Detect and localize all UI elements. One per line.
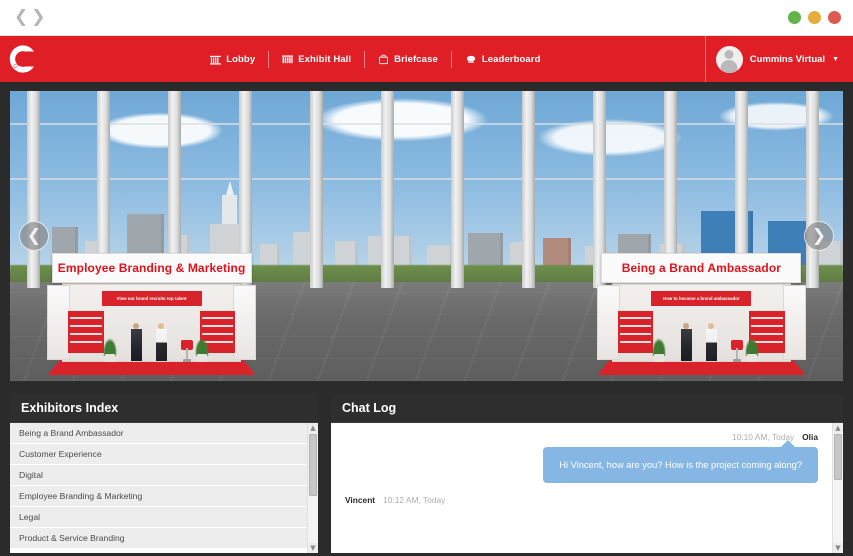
- booth-avatar-man: [130, 323, 142, 361]
- main-navigation: Lobby Exhibit Hall Briefcase Leaderboard: [46, 36, 705, 82]
- list-item[interactable]: Employee Branding & Marketing: [10, 486, 307, 507]
- booth-banner-text: View our brand recruits top talent: [116, 296, 187, 301]
- nav-item-lobby[interactable]: Lobby: [197, 50, 270, 68]
- message-author: Olia: [802, 432, 818, 442]
- message-meta: Vincent 10:12 AM, Today: [345, 495, 818, 505]
- booth-title-text: Employee Branding & Marketing: [57, 261, 246, 275]
- message-author: Vincent: [345, 495, 376, 506]
- nav-label-exhibit-hall: Exhibit Hall: [298, 53, 352, 65]
- browser-navigation: ❮ ❯: [14, 9, 46, 26]
- forward-button[interactable]: ❯: [31, 9, 45, 26]
- list-item[interactable]: Being a Brand Ambassador: [10, 423, 307, 444]
- list-item[interactable]: Product & Service Branding: [10, 528, 307, 549]
- booth-carpet: [597, 360, 806, 375]
- booth-kiosk[interactable]: [180, 340, 193, 362]
- chat-log-title: Chat Log: [331, 394, 843, 423]
- briefcase-icon: [378, 54, 389, 65]
- exhibit-hall-stage: Employee Branding & Marketing View our b…: [7, 88, 846, 384]
- booth-banner-text: How to become a brand ambassador: [663, 296, 740, 301]
- back-button[interactable]: ❮: [14, 9, 28, 26]
- chat-log-panel: Chat Log 10:10 AM, Today Olia Hi Vincent…: [328, 391, 846, 556]
- cummins-logo[interactable]: Cummins: [0, 36, 46, 82]
- list-item[interactable]: Customer Experience: [10, 444, 307, 465]
- nav-label-lobby: Lobby: [226, 53, 256, 65]
- nav-label-briefcase: Briefcase: [394, 53, 438, 65]
- scroll-down-icon[interactable]: ▼: [833, 543, 843, 553]
- leaderboard-icon: [465, 54, 477, 65]
- nav-item-briefcase[interactable]: Briefcase: [365, 50, 452, 68]
- exhibitors-index-panel: Exhibitors Index Being a Brand Ambassado…: [7, 391, 321, 556]
- exhibitors-index-body: Being a Brand Ambassador Customer Experi…: [10, 423, 318, 553]
- booth-employee-branding[interactable]: Employee Branding & Marketing View our b…: [47, 253, 256, 375]
- chat-scrollbar[interactable]: ▲ ▼: [832, 423, 843, 553]
- building-columns-icon: [210, 54, 222, 65]
- close-button[interactable]: [828, 11, 841, 24]
- booth-plant-left: [651, 336, 668, 362]
- booth-side-panel-right: [782, 285, 806, 360]
- chat-log-body: 10:10 AM, Today Olia Hi Vincent, how are…: [331, 423, 843, 553]
- booth-avatar-man: [680, 323, 692, 361]
- exhibitors-list: Being a Brand Ambassador Customer Experi…: [10, 423, 307, 553]
- message-meta: 10:10 AM, Today Olia: [345, 432, 818, 442]
- chevron-down-icon: ▼: [832, 55, 839, 63]
- booth-plant-right: [743, 336, 760, 362]
- message-bubble: Hi Vincent, how are you? How is the proj…: [543, 439, 818, 484]
- booth-info-panel-left[interactable]: [68, 311, 104, 353]
- scrollbar-thumb[interactable]: [309, 434, 317, 496]
- exhibitors-scrollbar[interactable]: ▲ ▼: [307, 423, 318, 553]
- booth-carpet: [47, 360, 256, 375]
- carousel-prev-button[interactable]: ❮: [19, 221, 49, 251]
- scroll-up-icon[interactable]: ▲: [833, 423, 843, 433]
- booth-side-panel-right: [232, 285, 256, 360]
- scroll-down-icon[interactable]: ▼: [308, 543, 318, 553]
- booth-avatar-woman: [705, 323, 717, 361]
- booth-info-panel-left[interactable]: [618, 311, 654, 353]
- bottom-panels: Exhibitors Index Being a Brand Ambassado…: [7, 391, 846, 556]
- exhibit-hall-icon: [282, 54, 294, 65]
- booth-title-sign: Being a Brand Ambassador: [601, 253, 802, 283]
- user-menu[interactable]: Cummins Virtual ▼: [704, 36, 853, 82]
- cummins-c-icon: Cummins: [7, 43, 39, 75]
- booth-avatar-woman: [155, 323, 167, 361]
- booth-side-panel-left: [597, 285, 621, 360]
- scroll-up-icon[interactable]: ▲: [308, 423, 318, 433]
- list-item[interactable]: Digital: [10, 465, 307, 486]
- booth-banner: How to become a brand ambassador: [651, 291, 752, 306]
- booth-banner: View our brand recruits top talent: [101, 291, 202, 306]
- booth-plant-right: [193, 336, 210, 362]
- maximize-button[interactable]: [808, 11, 821, 24]
- exhibitors-index-title: Exhibitors Index: [10, 394, 318, 423]
- booth-kiosk[interactable]: [730, 340, 743, 362]
- window-controls: [788, 11, 841, 24]
- site-header: Cummins Lobby Exhibit Hall Briefcase Lea…: [0, 36, 853, 82]
- minimize-button[interactable]: [788, 11, 801, 24]
- browser-toolbar: ❮ ❯: [0, 0, 853, 36]
- nav-label-leaderboard: Leaderboard: [481, 53, 541, 65]
- scrollbar-thumb[interactable]: [834, 434, 842, 480]
- booth-title-text: Being a Brand Ambassador: [621, 261, 782, 275]
- booth-title-sign: Employee Branding & Marketing: [51, 253, 252, 283]
- carousel-next-button[interactable]: ❯: [804, 221, 834, 251]
- message-row: Hi Vincent, how are you? How is the proj…: [345, 439, 818, 484]
- booth-side-panel-left: [47, 285, 71, 360]
- nav-item-leaderboard[interactable]: Leaderboard: [452, 51, 554, 68]
- app-window: ❮ ❯ Cummins Lobby Exhibit Hall Briefcase…: [0, 0, 853, 556]
- chat-messages: 10:10 AM, Today Olia Hi Vincent, how are…: [331, 423, 832, 553]
- user-avatar-icon: [715, 45, 743, 73]
- user-name: Cummins Virtual: [749, 53, 826, 65]
- booth-brand-ambassador[interactable]: Being a Brand Ambassador How to become a…: [597, 253, 806, 375]
- list-item[interactable]: Legal: [10, 507, 307, 528]
- booth-plant-left: [101, 336, 118, 362]
- message-time: 10:12 AM, Today: [383, 495, 446, 506]
- hall-scene: Employee Branding & Marketing View our b…: [10, 91, 843, 381]
- nav-item-exhibit-hall[interactable]: Exhibit Hall: [269, 50, 366, 68]
